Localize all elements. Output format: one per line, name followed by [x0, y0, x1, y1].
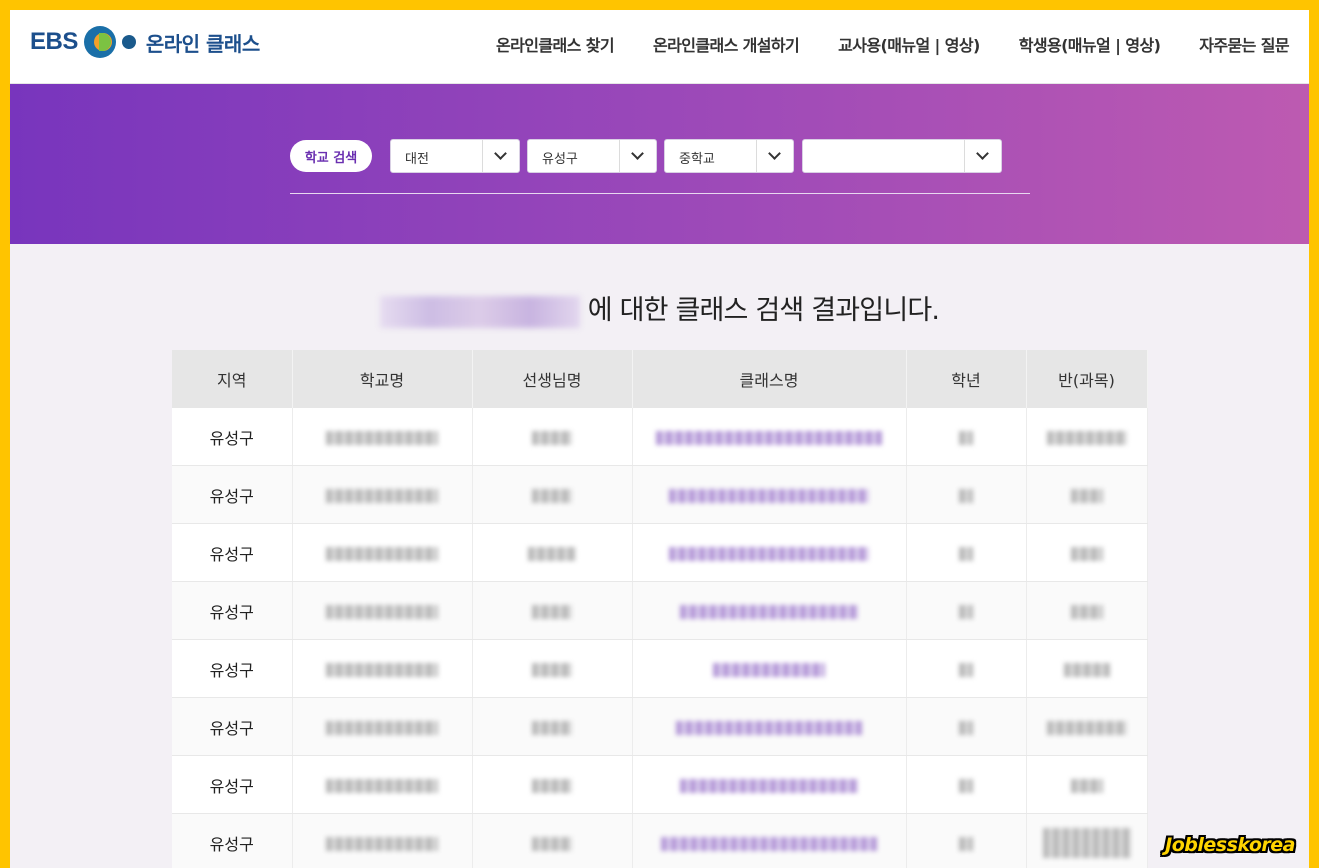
col-header-region: 지역 — [172, 350, 293, 408]
cell-grade-blurred — [906, 523, 1027, 582]
cell-school-blurred — [292, 465, 473, 524]
cell-section-blurred — [1026, 639, 1148, 698]
cell-section-blurred — [1026, 813, 1148, 868]
logo-text: 온라인 클래스 — [145, 31, 260, 56]
banner-divider — [290, 193, 1030, 194]
cell-region: 유성구 — [172, 408, 293, 466]
school-level-select[interactable]: 중학교 — [664, 139, 794, 173]
cell-region: 유성구 — [172, 581, 293, 640]
cell-section-blurred — [1026, 755, 1148, 814]
cell-teacher-blurred — [472, 813, 633, 868]
cell-teacher-blurred — [472, 697, 633, 756]
table-row[interactable]: 유성구 — [172, 639, 1148, 698]
cell-teacher-blurred — [472, 465, 633, 524]
nav-student-guide[interactable]: 학생용(매뉴얼 | 영상) — [1019, 32, 1161, 56]
col-header-teacher: 선생님명 — [472, 350, 633, 408]
table-row[interactable]: 유성구 — [172, 813, 1148, 868]
result-heading-text: 에 대한 클래스 검색 결과입니다. — [587, 295, 940, 326]
col-header-school: 학교명 — [292, 350, 473, 408]
page-frame: EBS 온라인 클래스 온라인클래스 찾기 온라인클래스 개설하기 교사용(매뉴… — [10, 10, 1309, 868]
region-select-value: 대전 — [405, 152, 429, 167]
school-name-select[interactable] — [802, 139, 1002, 173]
cell-grade-blurred — [906, 465, 1027, 524]
class-results-table: 지역 학교명 선생님명 클래스명 학년 반(과목) 유성구 유성구 유성구 유성… — [172, 350, 1148, 868]
col-header-section: 반(과목) — [1026, 350, 1148, 408]
cell-section-blurred — [1026, 408, 1148, 466]
cell-teacher-blurred — [472, 639, 633, 698]
cell-school-blurred — [292, 697, 473, 756]
table-row[interactable]: 유성구 — [172, 697, 1148, 756]
cell-region: 유성구 — [172, 523, 293, 582]
region-select[interactable]: 대전 — [390, 139, 520, 173]
top-header: EBS 온라인 클래스 온라인클래스 찾기 온라인클래스 개설하기 교사용(매뉴… — [10, 10, 1309, 84]
search-banner: 학교 검색 대전 유성구 중학교 — [10, 84, 1309, 244]
cell-grade-blurred — [906, 408, 1027, 466]
table-header-row: 지역 학교명 선생님명 클래스명 학년 반(과목) — [172, 350, 1148, 408]
cell-section-blurred — [1026, 697, 1148, 756]
watermark-text: Joblesskorea — [1165, 834, 1295, 856]
chevron-down-icon — [619, 140, 656, 172]
table-row[interactable]: 유성구 — [172, 523, 1148, 582]
cell-section-blurred — [1026, 581, 1148, 640]
cell-grade-blurred — [906, 813, 1027, 868]
chevron-down-icon — [756, 140, 793, 172]
cell-grade-blurred — [906, 697, 1027, 756]
cell-teacher-blurred — [472, 408, 633, 466]
logo-brand: EBS — [30, 28, 78, 55]
nav-teacher-guide[interactable]: 교사용(매뉴얼 | 영상) — [838, 32, 980, 56]
cell-class-link-blurred[interactable] — [632, 581, 907, 640]
main-nav: 온라인클래스 찾기 온라인클래스 개설하기 교사용(매뉴얼 | 영상) 학생용(… — [457, 32, 1290, 56]
col-header-grade: 학년 — [906, 350, 1027, 408]
cell-region: 유성구 — [172, 465, 293, 524]
cell-grade-blurred — [906, 639, 1027, 698]
cell-class-link-blurred[interactable] — [632, 523, 907, 582]
cell-class-link-blurred[interactable] — [632, 697, 907, 756]
blurred-school-name — [379, 295, 580, 328]
nav-find-class[interactable]: 온라인클래스 찾기 — [496, 32, 615, 56]
cell-grade-blurred — [906, 755, 1027, 814]
cell-teacher-blurred — [472, 581, 633, 640]
cell-school-blurred — [292, 639, 473, 698]
cell-teacher-blurred — [472, 755, 633, 814]
table-row[interactable]: 유성구 — [172, 408, 1148, 466]
nav-faq[interactable]: 자주묻는 질문 — [1199, 32, 1289, 56]
chevron-down-icon — [482, 140, 519, 172]
cell-grade-blurred — [906, 581, 1027, 640]
nav-open-class[interactable]: 온라인클래스 개설하기 — [653, 32, 800, 56]
cell-section-blurred — [1026, 523, 1148, 582]
cell-school-blurred — [292, 581, 473, 640]
result-heading: 에 대한 클래스 검색 결과입니다. — [10, 288, 1309, 328]
cell-class-link-blurred[interactable] — [632, 408, 907, 466]
cell-region: 유성구 — [172, 755, 293, 814]
cell-school-blurred — [292, 523, 473, 582]
cell-school-blurred — [292, 408, 473, 466]
cell-region: 유성구 — [172, 697, 293, 756]
cell-region: 유성구 — [172, 639, 293, 698]
cell-school-blurred — [292, 755, 473, 814]
cell-class-link-blurred[interactable] — [632, 465, 907, 524]
col-header-class: 클래스명 — [632, 350, 907, 408]
table-row[interactable]: 유성구 — [172, 755, 1148, 814]
cell-school-blurred — [292, 813, 473, 868]
ebs-logo[interactable]: EBS 온라인 클래스 — [30, 24, 260, 60]
logo-mark-icon — [83, 24, 136, 60]
chevron-down-icon — [964, 140, 1001, 172]
cell-teacher-blurred — [472, 523, 633, 582]
cell-region: 유성구 — [172, 813, 293, 868]
cell-class-link-blurred[interactable] — [632, 755, 907, 814]
district-select-value: 유성구 — [542, 152, 578, 167]
school-search-badge: 학교 검색 — [290, 140, 372, 172]
table-row[interactable]: 유성구 — [172, 465, 1148, 524]
cell-class-link-blurred[interactable] — [632, 639, 907, 698]
cell-class-link-blurred[interactable] — [632, 813, 907, 868]
cell-section-blurred — [1026, 465, 1148, 524]
table-row[interactable]: 유성구 — [172, 581, 1148, 640]
school-level-select-value: 중학교 — [679, 152, 715, 167]
district-select[interactable]: 유성구 — [527, 139, 657, 173]
